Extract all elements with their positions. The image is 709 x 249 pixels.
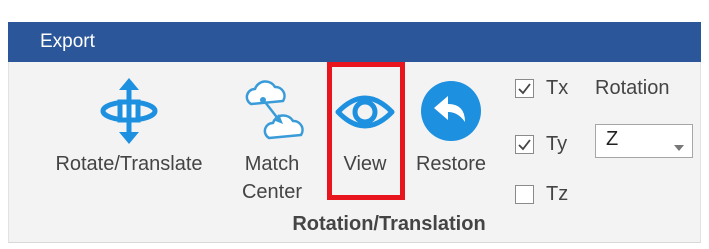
match-center-label-line1: Match: [244, 153, 300, 175]
ribbon-panel: Rotate/Translate Match Center View Resto…: [8, 62, 701, 243]
ty-checkbox-row[interactable]: Ty: [515, 130, 567, 158]
tx-label: Tx: [546, 76, 569, 99]
restore-label: Restore: [415, 153, 487, 175]
ty-checkbox[interactable]: [515, 134, 534, 154]
group-label-rotation-translation: Rotation/Translation: [292, 213, 486, 235]
ty-label: Ty: [546, 132, 568, 155]
view-label: View: [343, 153, 387, 175]
eye-icon: [331, 78, 399, 144]
match-center-button[interactable]: Match Center: [231, 78, 313, 206]
tab-export[interactable]: Export: [40, 30, 95, 54]
match-center-label-line2: Center: [241, 181, 303, 203]
tz-label: Tz: [546, 182, 569, 205]
rotation-label: Rotation: [595, 77, 670, 99]
rotation-axis-select[interactable]: Z: [595, 124, 693, 158]
ribbon-window: Export Rotate/Translate Match Center Vie…: [0, 0, 709, 249]
tx-checkbox[interactable]: [515, 78, 534, 98]
checkmark-icon: [518, 138, 531, 150]
rotate-translate-button[interactable]: Rotate/Translate: [39, 78, 219, 178]
cloud-match-icon: [231, 78, 313, 144]
tz-checkbox-row[interactable]: Tz: [515, 180, 568, 208]
rotate-translate-label: Rotate/Translate: [55, 153, 203, 175]
tx-checkbox-row[interactable]: Tx: [515, 74, 568, 102]
view-button[interactable]: View: [331, 78, 399, 178]
rotation-axis-value: Z: [606, 128, 619, 150]
ribbon-tab-bar: Export: [8, 22, 701, 62]
rotate-translate-icon: [39, 78, 219, 144]
undo-circle-icon: [409, 78, 493, 144]
checkmark-icon: [518, 82, 531, 94]
restore-button[interactable]: Restore: [409, 78, 493, 178]
chevron-down-icon: [674, 138, 684, 156]
tz-checkbox[interactable]: [515, 184, 534, 204]
